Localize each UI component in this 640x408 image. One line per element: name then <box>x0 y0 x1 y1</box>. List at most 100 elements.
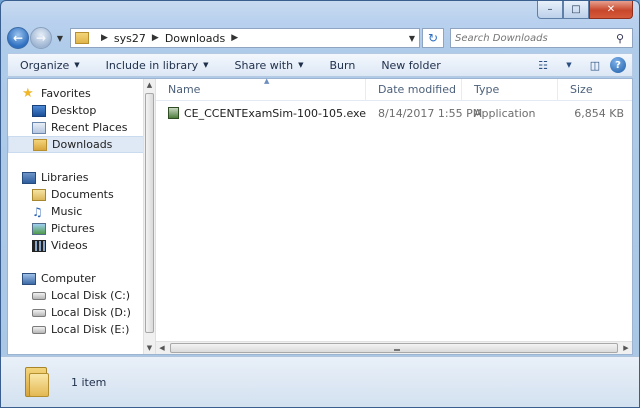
nav-downloads[interactable]: Downloads <box>8 136 155 153</box>
forward-arrow-icon: → <box>35 31 47 45</box>
file-row[interactable]: CE_CCENTExamSim-100-105.exe 8/14/2017 1:… <box>156 103 632 123</box>
nav-computer[interactable]: Computer <box>8 270 155 287</box>
search-icon[interactable]: ⚲ <box>616 32 628 45</box>
nav-libraries[interactable]: Libraries <box>8 169 155 186</box>
column-header-row: ▲ Name Date modified Type Size <box>156 77 632 101</box>
address-dropdown[interactable]: ▼ <box>405 34 419 43</box>
chevron-right-icon: ▶ <box>101 33 108 43</box>
nav-local-disk-d[interactable]: Local Disk (D:) <box>8 304 155 321</box>
nav-pictures[interactable]: Pictures <box>8 220 155 237</box>
maximize-button[interactable]: □ <box>563 1 589 19</box>
music-icon: ♫ <box>32 204 43 219</box>
preview-pane-button[interactable]: ◫ <box>584 56 606 74</box>
sort-ascending-icon: ▲ <box>264 77 270 85</box>
file-size-cell: 6,854 KB <box>574 106 624 120</box>
file-name: CE_CCENTExamSim-100-105.exe <box>184 106 366 120</box>
column-header-name[interactable]: Name <box>156 78 366 101</box>
include-label: Include in library <box>105 58 199 72</box>
scroll-left-icon[interactable]: ◀ <box>156 342 168 354</box>
column-header-size[interactable]: Size <box>558 79 632 101</box>
item-count: 1 item <box>71 375 107 389</box>
nav-label: Documents <box>51 188 114 201</box>
content-area: ★ Favorites Desktop Recent Places Downloa… <box>7 77 633 355</box>
share-label: Share with <box>234 58 294 72</box>
view-controls: ☷ ▼ ◫ ? <box>532 56 632 74</box>
new-folder-button[interactable]: New folder <box>369 59 454 72</box>
nav-label: Computer <box>41 272 96 285</box>
file-type-cell: Application <box>474 106 536 120</box>
nav-label: Local Disk (C:) <box>51 289 131 302</box>
share-with-menu[interactable]: Share with ▼ <box>223 59 318 72</box>
view-dropdown[interactable]: ▼ <box>558 56 580 74</box>
search-input[interactable] <box>455 32 616 44</box>
scroll-down-icon[interactable]: ▼ <box>144 342 155 354</box>
chevron-down-icon: ▼ <box>74 61 80 69</box>
search-box[interactable]: ⚲ <box>450 28 633 48</box>
disk-icon <box>32 308 46 317</box>
back-button[interactable]: ← <box>7 27 29 49</box>
nav-videos[interactable]: Videos <box>8 237 155 254</box>
scroll-thumb[interactable] <box>145 93 154 333</box>
nav-recent-places[interactable]: Recent Places <box>8 119 155 136</box>
file-date-cell: 8/14/2017 1:55 PM <box>378 106 483 120</box>
help-button[interactable]: ? <box>610 57 626 73</box>
scroll-right-icon[interactable]: ▶ <box>620 342 632 354</box>
column-label: Date modified <box>378 83 456 96</box>
file-list: ▲ Name Date modified Type Size CE_CCENTE… <box>156 77 632 354</box>
change-view-button[interactable]: ☷ <box>532 56 554 74</box>
scroll-up-icon[interactable]: ▲ <box>144 79 155 91</box>
nav-documents[interactable]: Documents <box>8 186 155 203</box>
folder-icon <box>25 365 49 399</box>
burn-button[interactable]: Burn <box>317 59 369 72</box>
view-list-icon: ☷ <box>538 58 548 72</box>
folder-icon <box>75 32 89 44</box>
forward-button[interactable]: → <box>30 27 52 49</box>
minimize-button[interactable]: – <box>537 1 563 19</box>
chevron-right-icon[interactable]: ▶ <box>152 33 159 43</box>
breadcrumb-item[interactable]: sys27 <box>114 32 146 45</box>
close-icon: ✕ <box>606 4 616 15</box>
minimize-icon: – <box>547 4 553 15</box>
breadcrumb-item[interactable]: Downloads <box>165 32 225 45</box>
chevron-down-icon: ▼ <box>298 61 304 69</box>
caption-buttons: – □ ✕ <box>537 1 633 19</box>
include-in-library-menu[interactable]: Include in library ▼ <box>94 59 223 72</box>
nav-scrollbar[interactable]: ▲ ▼ <box>143 79 155 354</box>
refresh-icon: ↻ <box>427 31 439 45</box>
column-header-type[interactable]: Type <box>462 78 558 101</box>
address-bar[interactable]: ▶ sys27 ▶ Downloads ▶ ▼ <box>70 28 420 48</box>
pictures-icon <box>32 222 46 235</box>
column-label: Type <box>474 83 500 96</box>
breadcrumb: ▶ sys27 ▶ Downloads ▶ <box>95 32 244 45</box>
column-label: Size <box>570 83 593 96</box>
nav-label: Music <box>51 205 83 218</box>
new-folder-label: New folder <box>381 58 441 72</box>
help-icon: ? <box>615 59 621 71</box>
close-button[interactable]: ✕ <box>589 1 633 19</box>
nav-label: Local Disk (D:) <box>51 306 131 319</box>
chevron-down-icon: ▼ <box>566 61 572 69</box>
nav-local-disk-e[interactable]: Local Disk (E:) <box>8 321 155 338</box>
column-label: Name <box>168 83 201 96</box>
nav-label: Favorites <box>41 87 91 100</box>
maximize-icon: □ <box>571 4 581 15</box>
organize-label: Organize <box>20 58 70 72</box>
horizontal-scrollbar[interactable]: ◀ ▶ <box>156 341 632 354</box>
recent-pages-dropdown[interactable]: ▼ <box>54 34 66 43</box>
chevron-down-icon: ▼ <box>408 33 416 43</box>
disk-icon <box>32 325 46 334</box>
nav-music[interactable]: ♫ Music <box>8 203 155 220</box>
scroll-thumb[interactable] <box>170 343 618 353</box>
nav-desktop[interactable]: Desktop <box>8 102 155 119</box>
desktop-icon <box>32 104 46 117</box>
refresh-button[interactable]: ↻ <box>422 28 444 48</box>
command-bar: Organize ▼ Include in library ▼ Share with… <box>7 53 633 77</box>
chevron-right-icon[interactable]: ▶ <box>231 33 238 43</box>
star-icon: ★ <box>22 85 34 101</box>
organize-menu[interactable]: Organize ▼ <box>8 59 94 72</box>
nav-local-disk-c[interactable]: Local Disk (C:) <box>8 287 155 304</box>
back-arrow-icon: ← <box>12 31 24 45</box>
nav-favorites[interactable]: ★ Favorites <box>8 85 155 102</box>
details-pane: 1 item <box>1 356 639 407</box>
column-header-date[interactable]: Date modified <box>366 78 462 101</box>
